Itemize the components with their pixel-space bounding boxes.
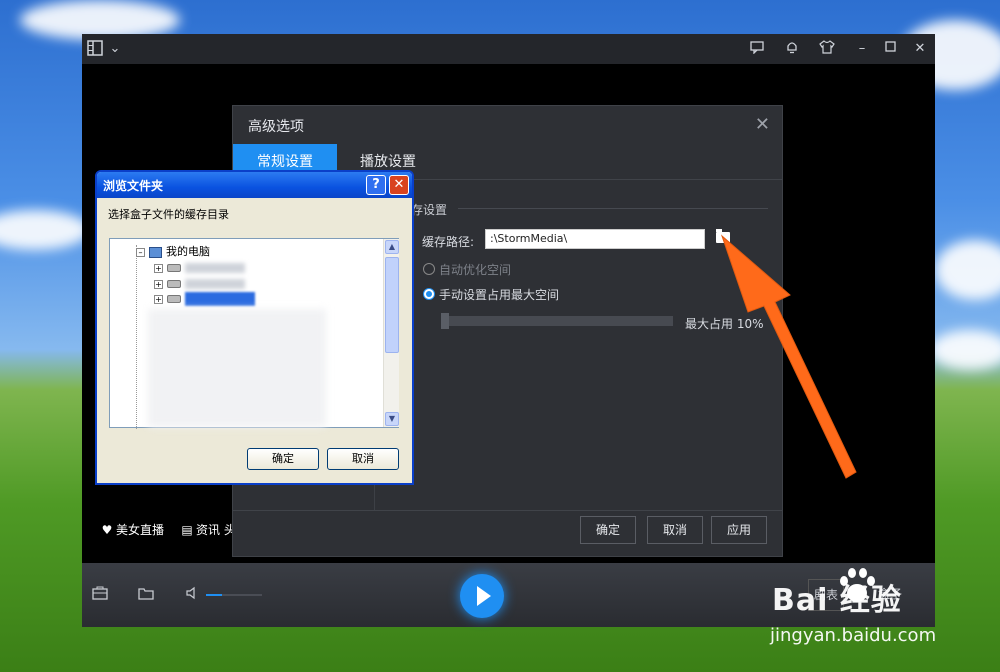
desktop-background: ⌄ – ✕ ♥ 美女直播 ▤ 资讯 头 剧表 盒子 高级选项 ✕ 常规设置 播放… (0, 0, 1000, 672)
watermark-brand: Bai 经验 (772, 583, 902, 618)
watermark-url: jingyan.baidu.com (770, 625, 937, 646)
